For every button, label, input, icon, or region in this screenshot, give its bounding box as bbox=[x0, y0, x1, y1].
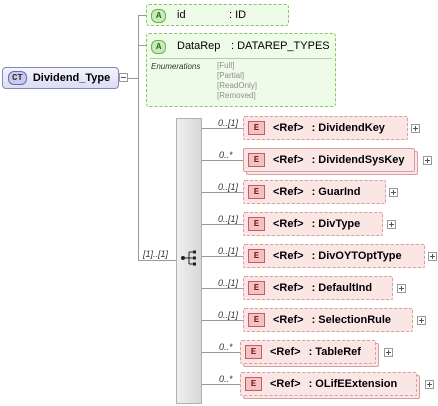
sequence-occurrence: [1]..[1] bbox=[143, 249, 169, 259]
element-ref: <Ref> bbox=[273, 250, 304, 262]
element-occurrence: 0..[1] bbox=[218, 246, 239, 256]
element-connector bbox=[202, 320, 243, 321]
element-name: : SelectionRule bbox=[311, 314, 392, 326]
attribute-datarep[interactable]: A DataRep : DATAREP_TYPES Enumerations [… bbox=[146, 33, 336, 107]
element-name: : TableRef bbox=[308, 346, 361, 358]
element-defaultind[interactable]: E <Ref> : DefaultInd bbox=[243, 276, 393, 300]
element-ref: <Ref> bbox=[273, 186, 304, 198]
element-name: : DividendKey bbox=[311, 122, 385, 134]
element-occurrence: 0..* bbox=[219, 342, 233, 352]
attribute-badge: A bbox=[151, 9, 167, 23]
element-occurrence: 0..[1] bbox=[218, 118, 239, 128]
sequence-icon bbox=[181, 250, 196, 266]
element-name: : OLifEExtension bbox=[308, 378, 398, 390]
enum-value: [Full] bbox=[217, 61, 235, 70]
element-divoytopttype[interactable]: E <Ref> : DivOYTOptType bbox=[243, 244, 425, 268]
enumerations-label: Enumerations bbox=[151, 62, 201, 71]
element-connector bbox=[202, 160, 243, 161]
attribute-name: id bbox=[177, 9, 186, 21]
element-occurrence: 0..* bbox=[219, 374, 233, 384]
element-connector bbox=[202, 288, 243, 289]
element-badge: E bbox=[248, 217, 265, 231]
element-badge: E bbox=[248, 313, 265, 327]
expand-icon[interactable] bbox=[397, 284, 406, 293]
element-connector bbox=[202, 256, 243, 257]
element-name: : GuarInd bbox=[311, 186, 361, 198]
element-badge: E bbox=[248, 153, 265, 167]
element-ref: <Ref> bbox=[273, 218, 304, 230]
expand-icon[interactable] bbox=[387, 220, 396, 229]
attribute-type: : ID bbox=[229, 9, 247, 21]
element-connector bbox=[202, 352, 240, 353]
element-badge: E bbox=[248, 185, 265, 199]
trunk-line bbox=[138, 15, 139, 260]
element-badge: E bbox=[245, 345, 262, 359]
element-divtype[interactable]: E <Ref> : DivType bbox=[243, 212, 383, 236]
element-ref: <Ref> bbox=[270, 346, 301, 358]
complex-type-badge: CT bbox=[8, 71, 27, 85]
complex-type-name: Dividend_Type bbox=[32, 72, 111, 84]
element-ref: <Ref> bbox=[273, 282, 304, 294]
element-badge: E bbox=[245, 377, 262, 391]
element-connector bbox=[202, 192, 243, 193]
sequence-connector bbox=[138, 260, 176, 261]
element-name: : DivType bbox=[311, 218, 361, 230]
expand-icon[interactable] bbox=[423, 156, 432, 165]
element-connector bbox=[202, 224, 243, 225]
element-occurrence: 0..[1] bbox=[218, 278, 239, 288]
element-connector bbox=[202, 384, 240, 385]
element-name: : DividendSysKey bbox=[311, 154, 405, 166]
attribute-name: DataRep bbox=[177, 40, 221, 52]
expand-icon[interactable] bbox=[425, 380, 434, 389]
attribute-badge: A bbox=[151, 40, 167, 54]
expand-icon[interactable] bbox=[389, 188, 398, 197]
element-name: : DivOYTOptType bbox=[311, 250, 402, 262]
enumerations-list: [Full] [Partial] [ReadOnly] [Removed] bbox=[217, 61, 257, 101]
element-badge: E bbox=[248, 121, 265, 135]
element-ref: <Ref> bbox=[273, 122, 304, 134]
root-connector bbox=[128, 78, 138, 79]
element-occurrence: 0..[1] bbox=[218, 182, 239, 192]
element-ref: <Ref> bbox=[273, 154, 304, 166]
element-occurrence: 0..* bbox=[219, 150, 233, 160]
expand-icon[interactable] bbox=[384, 348, 393, 357]
expand-icon[interactable] bbox=[411, 124, 420, 133]
enum-value: [Removed] bbox=[217, 91, 256, 100]
element-occurrence: 0..[1] bbox=[218, 310, 239, 320]
element-dividendsyskey[interactable]: E <Ref> : DividendSysKey bbox=[243, 148, 415, 172]
element-selectionrule[interactable]: E <Ref> : SelectionRule bbox=[243, 308, 413, 332]
element-olifeextension[interactable]: E <Ref> : OLifEExtension bbox=[240, 372, 417, 396]
element-ref: <Ref> bbox=[270, 378, 301, 390]
expand-icon[interactable] bbox=[428, 252, 437, 261]
element-guarind[interactable]: E <Ref> : GuarInd bbox=[243, 180, 386, 204]
element-tableref[interactable]: E <Ref> : TableRef bbox=[240, 340, 376, 364]
element-dividendkey[interactable]: E <Ref> : DividendKey bbox=[243, 116, 408, 140]
expand-icon[interactable] bbox=[417, 316, 426, 325]
element-connector bbox=[202, 128, 243, 129]
element-name: : DefaultInd bbox=[311, 282, 373, 294]
element-ref: <Ref> bbox=[273, 314, 304, 326]
attribute-id[interactable]: A id : ID bbox=[146, 4, 289, 26]
collapse-icon[interactable] bbox=[119, 73, 128, 82]
complex-type-node[interactable]: CT Dividend_Type bbox=[2, 67, 119, 89]
element-occurrence: 0..[1] bbox=[218, 214, 239, 224]
enumerations-divider bbox=[150, 58, 332, 59]
element-badge: E bbox=[248, 249, 265, 263]
element-badge: E bbox=[248, 281, 265, 295]
attribute-type: : DATAREP_TYPES bbox=[231, 40, 330, 52]
enum-value: [Partial] bbox=[217, 71, 245, 80]
enum-value: [ReadOnly] bbox=[217, 81, 258, 90]
